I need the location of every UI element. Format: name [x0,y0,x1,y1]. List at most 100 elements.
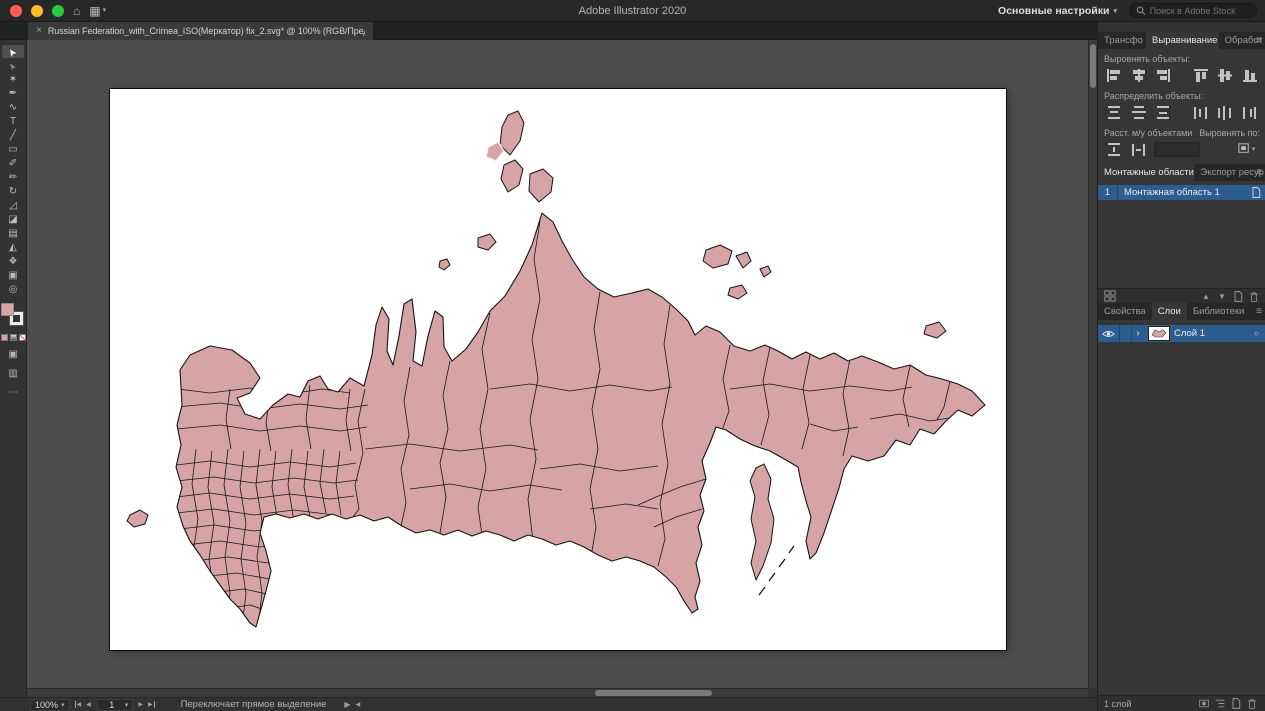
artboard-number-input[interactable] [102,700,122,710]
last-artboard-button[interactable]: ▶ [148,701,155,708]
layer-name[interactable]: Слой 1 [1174,328,1254,339]
tab-transform[interactable]: Трансфо [1098,32,1146,49]
scale-tool[interactable]: ◿ [2,199,24,212]
previous-artboard-button[interactable]: ◀ [86,701,91,708]
artboard-name[interactable]: Монтажная область 1 [1118,187,1250,198]
panel-menu-icon[interactable]: ≡ [1256,306,1262,317]
distribute-top-button[interactable] [1104,104,1124,120]
zoom-tool[interactable]: ◎ [2,283,24,296]
selection-tool[interactable]: ➤ [2,45,24,58]
workspace-switcher[interactable]: Основные настройки ▾ [998,5,1117,17]
tab-libraries[interactable]: Библиотеки [1187,303,1250,320]
vertical-scrollbar[interactable] [1088,40,1097,697]
close-tab-icon[interactable]: × [36,26,42,36]
align-vertical-center-button[interactable] [1216,67,1236,83]
tab-artboards[interactable]: Монтажные области [1098,164,1194,181]
align-top-button[interactable] [1191,67,1211,83]
direct-selection-tool[interactable]: ➢ [2,59,24,72]
artboard-tool[interactable]: ▣ [2,269,24,282]
paintbrush-tool[interactable]: ✐ [2,157,24,170]
blend-tool[interactable]: ❖ [2,255,24,268]
new-sublayer-button[interactable] [1212,697,1228,711]
delete-layer-button[interactable] [1244,697,1260,711]
zoom-window-button[interactable] [52,5,64,17]
stock-search[interactable] [1129,3,1257,18]
rectangle-tool[interactable]: ▭ [2,143,24,156]
curvature-tool[interactable]: ∿ [2,101,24,114]
horizontal-scrollbar-thumb[interactable] [595,690,712,696]
new-artboard-button[interactable] [1230,289,1246,303]
move-artboard-up-button[interactable]: ▲ [1198,289,1214,303]
horizontal-spacing-icon [1131,142,1147,157]
eyedropper-tool[interactable]: ◭ [2,241,24,254]
russia-map-artwork[interactable] [110,89,1006,650]
fill-swatch[interactable] [1,303,14,316]
rotate-tool[interactable]: ↻ [2,185,24,198]
panel-menu-icon[interactable]: ≡ [1256,167,1262,178]
search-input[interactable] [1150,6,1250,16]
eraser-tool[interactable]: ◪ [2,213,24,226]
arrange-documents-button[interactable]: ▦▾ [89,5,106,17]
delete-artboard-button[interactable] [1246,289,1262,303]
horizontal-scrollbar[interactable] [27,688,1088,697]
distribute-vertical-center-button[interactable] [1129,104,1149,120]
pen-tool[interactable]: ✒ [2,87,24,100]
home-button[interactable]: ⌂ [73,5,80,17]
align-right-button[interactable] [1153,67,1173,83]
tab-properties[interactable]: Свойства [1098,303,1152,320]
align-bottom-button[interactable] [1240,67,1260,83]
zoom-level-dropdown[interactable]: 100% ▾ [30,699,70,711]
russia-map[interactable] [127,111,985,627]
canvas-pasteboard[interactable] [27,40,1088,688]
vertical-scrollbar-thumb[interactable] [1090,44,1096,88]
edit-toolbar-button[interactable]: ⋯ [8,388,18,398]
tab-asset-export[interactable]: Экспорт ресур [1194,164,1265,181]
artboard-page-icon[interactable] [1250,186,1262,199]
new-layer-button[interactable] [1228,697,1244,711]
document-tab[interactable]: × Russian Federation_with_Crimea_ISO(Мер… [28,22,374,40]
gradient-button[interactable] [10,334,17,341]
rearrange-artboards-button[interactable] [1102,289,1118,303]
draw-mode-button[interactable]: ▣ [8,350,17,360]
spacing-value-field[interactable] [1154,142,1200,157]
color-button[interactable] [1,334,8,341]
vertical-spacing-button[interactable] [1104,141,1124,157]
line-segment-tool[interactable]: ╱ [2,129,24,142]
tab-align[interactable]: Выравнивание [1146,32,1219,49]
layer-row[interactable]: › Слой 1 ○ [1098,325,1265,342]
align-horizontal-center-button[interactable] [1129,67,1149,83]
align-left-button[interactable] [1104,67,1124,83]
artboard-row[interactable]: 1 Монтажная область 1 [1098,185,1265,200]
gradient-tool[interactable]: ▤ [2,227,24,240]
first-artboard-button[interactable]: ◀ [75,701,82,708]
status-play-icon[interactable]: ▶ [344,700,350,709]
pencil-tool[interactable]: ✏ [2,171,24,184]
layer-visibility-toggle[interactable] [1098,325,1120,342]
type-tool[interactable]: T [2,115,24,128]
next-artboard-button[interactable]: ▶ [138,701,143,708]
distribute-bottom-button[interactable] [1153,104,1173,120]
layer-thumbnail[interactable] [1149,327,1169,340]
distribute-horizontal-center-button[interactable] [1216,104,1236,120]
russia-mainland[interactable] [176,213,985,627]
panel-menu-icon[interactable]: ≡ [1256,35,1262,46]
none-button[interactable] [19,334,26,341]
layer-target-icon[interactable]: ○ [1254,329,1259,338]
artboard-navigation[interactable]: ▾ [97,699,134,711]
magic-wand-tool[interactable]: ✶ [2,73,24,86]
distribute-right-button[interactable] [1240,104,1260,120]
make-clipping-mask-button[interactable] [1196,697,1212,711]
minimize-window-button[interactable] [31,5,43,17]
close-window-button[interactable] [10,5,22,17]
status-back-icon[interactable]: ◀ [356,701,361,708]
move-artboard-down-button[interactable]: ▼ [1214,289,1230,303]
layer-expand-icon[interactable]: › [1132,328,1144,339]
screen-mode-button[interactable]: ▥ [8,369,17,379]
horizontal-spacing-button[interactable] [1129,141,1149,157]
distribute-left-button[interactable] [1191,104,1211,120]
tab-layers[interactable]: Слои [1152,303,1187,320]
layer-lock-cell[interactable] [1120,325,1132,342]
artboard[interactable] [110,89,1006,650]
artboards-panel-header: Монтажные области Экспорт ресур ≡ [1098,164,1265,181]
align-to-dropdown[interactable]: ▾ [1232,141,1260,157]
